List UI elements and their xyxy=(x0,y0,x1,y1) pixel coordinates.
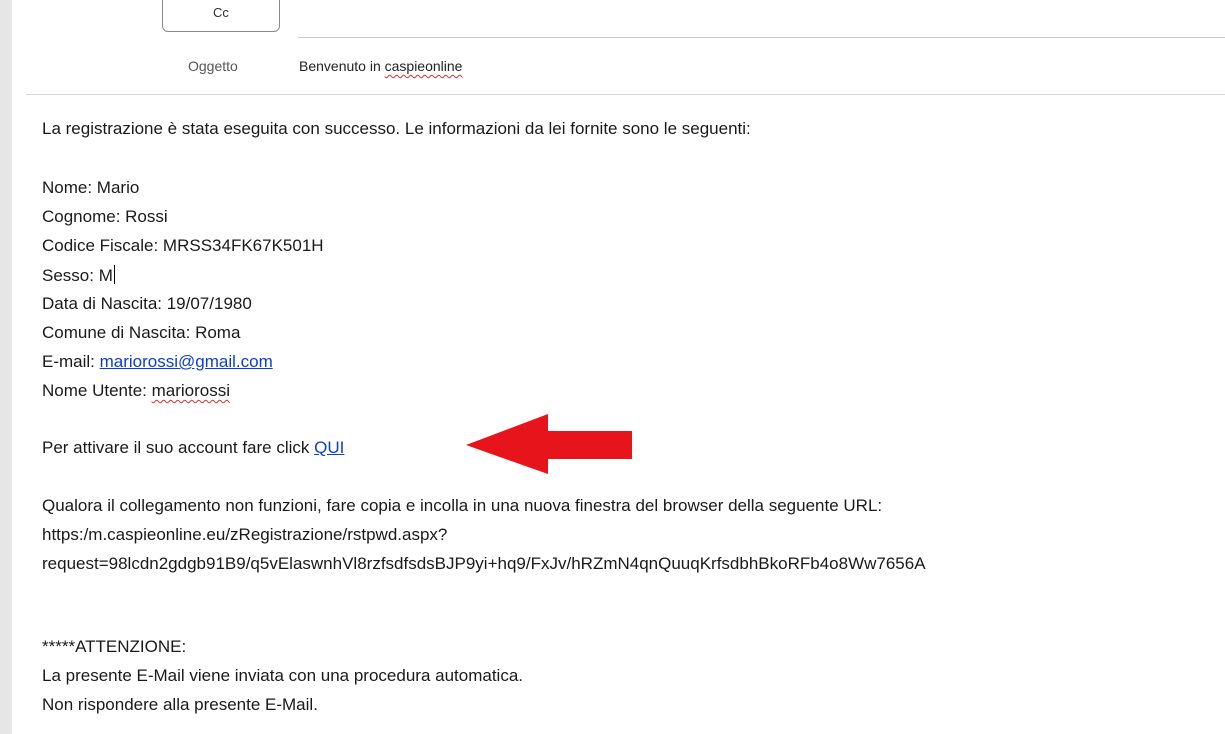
subject-label: Oggetto xyxy=(188,58,238,74)
header-divider xyxy=(26,94,1225,95)
activate-line: Per attivare il suo account fare click Q… xyxy=(42,438,344,458)
username-value: mariorossi xyxy=(151,381,231,400)
info-cognome: Cognome: Rossi xyxy=(42,207,168,226)
username-label: Nome Utente: xyxy=(42,381,152,400)
attention-line-2: Non rispondere alla presente E-Mail. xyxy=(42,695,318,714)
fallback-text: Qualora il collegamento non funzioni, fa… xyxy=(42,496,883,515)
info-sesso-text: Sesso: M xyxy=(42,266,113,285)
info-username: Nome Utente: mariorossi xyxy=(42,381,230,401)
url-line-1: https:/m.caspieonline.eu/zRegistrazione/… xyxy=(42,525,448,544)
email-intro: La registrazione è stata eseguita con su… xyxy=(42,119,751,138)
cc-field-underline xyxy=(298,37,1225,38)
email-label: E-mail: xyxy=(42,352,100,371)
url-line-2: request=98lcdn2gdgb91B9/q5vElaswnhVl8rzf… xyxy=(42,554,926,573)
info-email: E-mail: mariorossi@gmail.com xyxy=(42,352,273,372)
info-nome: Nome: Mario xyxy=(42,178,140,197)
left-border xyxy=(0,0,12,734)
attention-line-1: La presente E-Mail viene inviata con una… xyxy=(42,666,524,685)
info-codice-fiscale: Codice Fiscale: MRSS34FK67K501H xyxy=(42,236,324,255)
info-comune-nascita: Comune di Nascita: Roma xyxy=(42,323,241,342)
cc-button[interactable]: Cc xyxy=(162,0,280,32)
red-arrow-left-icon xyxy=(466,414,632,474)
attention-title: *****ATTENZIONE: xyxy=(42,637,187,656)
subject-field[interactable]: Benvenuto in caspieonline xyxy=(299,58,462,74)
subject-text: Benvenuto in xyxy=(299,58,385,74)
activate-text: Per attivare il suo account fare click xyxy=(42,438,315,457)
info-data-nascita: Data di Nascita: 19/07/1980 xyxy=(42,294,252,313)
activate-link[interactable]: QUI xyxy=(314,438,344,457)
subject-brand: caspieonline xyxy=(384,58,463,74)
text-cursor xyxy=(113,265,115,284)
email-link[interactable]: mariorossi@gmail.com xyxy=(100,352,273,371)
info-sesso: Sesso: M xyxy=(42,265,115,286)
